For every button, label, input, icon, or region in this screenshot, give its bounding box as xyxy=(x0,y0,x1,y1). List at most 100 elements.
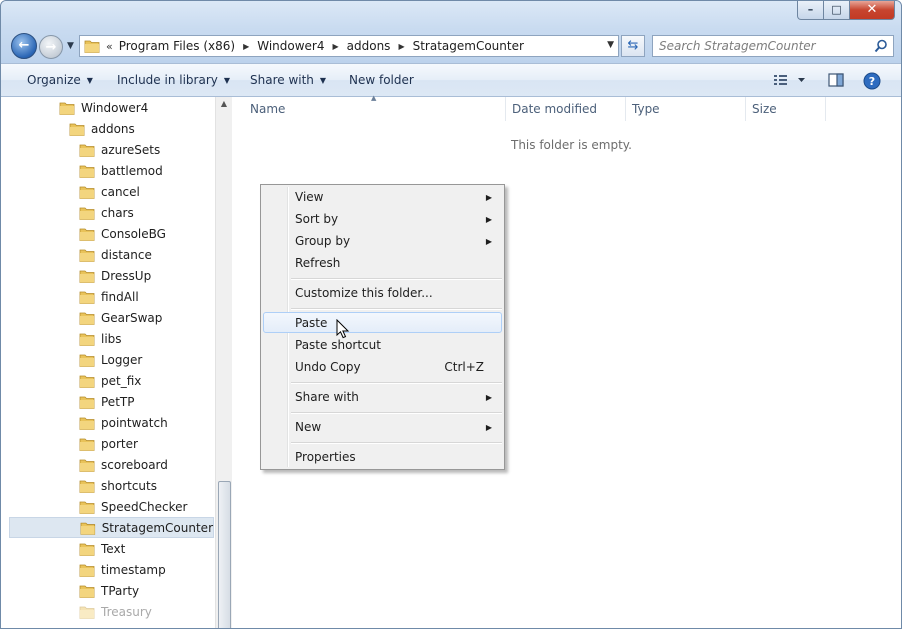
arrow-left-icon: ← xyxy=(18,38,30,53)
menu-item-label: View xyxy=(295,190,324,204)
tree-item-porter[interactable]: porter xyxy=(79,433,138,454)
breadcrumb-separator-icon[interactable]: ▶ xyxy=(398,42,404,51)
tree-item-treasury[interactable]: Treasury xyxy=(79,601,152,622)
menu-item-label: Properties xyxy=(295,450,356,464)
forward-button[interactable]: → xyxy=(39,35,63,59)
address-bar[interactable]: « Program Files (x86) ▶ Windower4 ▶ addo… xyxy=(79,35,619,57)
folder-icon xyxy=(79,438,95,451)
search-icon[interactable] xyxy=(874,39,888,53)
tree-item-logger[interactable]: Logger xyxy=(79,349,142,370)
explorer-window: – □ ✕ ← → ▼ « Program Files (x86) ▶ Wind… xyxy=(0,0,902,629)
share-with-menu[interactable]: Share with ▼ xyxy=(250,73,326,87)
change-view-button[interactable] xyxy=(773,72,807,91)
tree-item-label: porter xyxy=(101,436,138,451)
menu-item-sort-by[interactable]: Sort by ▶ xyxy=(263,209,502,230)
menu-item-properties[interactable]: Properties xyxy=(263,447,502,468)
tree-item-shortcuts[interactable]: shortcuts xyxy=(79,475,157,496)
preview-pane-button[interactable] xyxy=(828,72,844,91)
tree-item-addons[interactable]: addons xyxy=(69,118,135,139)
tree-item-pettp[interactable]: PetTP xyxy=(79,391,134,412)
tree-item-speedchecker[interactable]: SpeedChecker xyxy=(79,496,187,517)
menu-item-new[interactable]: New ▶ xyxy=(263,417,502,438)
submenu-arrow-icon: ▶ xyxy=(485,215,492,224)
new-folder-button[interactable]: New folder xyxy=(349,73,414,87)
breadcrumb-windower4[interactable]: Windower4 xyxy=(257,39,324,53)
tree-item-scoreboard[interactable]: scoreboard xyxy=(79,454,168,475)
tree-item-label: SpeedChecker xyxy=(101,499,188,514)
refresh-icon: ⇆ xyxy=(627,38,639,53)
folder-icon xyxy=(79,459,95,472)
column-header-name[interactable]: Name xyxy=(244,97,506,121)
navigation-scrollbar[interactable]: ▲ xyxy=(215,97,232,628)
tree-item-azuresets[interactable]: azureSets xyxy=(79,139,160,160)
tree-item-text[interactable]: Text xyxy=(79,538,125,559)
folder-icon xyxy=(79,165,95,178)
tree-item-label: ConsoleBG xyxy=(101,226,166,241)
tree-item-label: azureSets xyxy=(101,142,161,157)
tree-item-label: addons xyxy=(91,121,135,136)
menu-separator xyxy=(291,382,502,384)
minimize-icon: – xyxy=(807,3,814,16)
scroll-up-icon[interactable]: ▲ xyxy=(216,99,232,108)
breadcrumb-separator-icon[interactable]: ▶ xyxy=(332,42,338,51)
menu-item-paste[interactable]: Paste xyxy=(263,312,502,333)
submenu-arrow-icon: ▶ xyxy=(485,237,492,246)
column-header-size[interactable]: Size xyxy=(746,97,826,121)
tree-item-stratagemcounter[interactable]: StratagemCounter xyxy=(9,517,214,538)
folder-icon xyxy=(59,102,75,115)
menu-item-share-with[interactable]: Share with ▶ xyxy=(263,387,502,408)
tree-item-distance[interactable]: distance xyxy=(79,244,152,265)
recent-pages-dropdown[interactable]: ▼ xyxy=(67,41,74,51)
address-dropdown-icon[interactable]: ▼ xyxy=(607,40,614,50)
folder-icon xyxy=(79,354,95,367)
tree-item-gearswap[interactable]: GearSwap xyxy=(79,307,162,328)
breadcrumb-stratagemcounter[interactable]: StratagemCounter xyxy=(413,39,524,53)
breadcrumb-addons[interactable]: addons xyxy=(347,39,391,53)
organize-menu[interactable]: Organize ▼ xyxy=(27,73,93,87)
minimize-button[interactable]: – xyxy=(797,1,824,20)
scrollbar-thumb[interactable] xyxy=(218,481,231,628)
tree-item-label: Treasury xyxy=(101,604,152,619)
tree-item-consolebg[interactable]: ConsoleBG xyxy=(79,223,166,244)
folder-icon xyxy=(79,585,95,598)
include-in-library-menu[interactable]: Include in library ▼ xyxy=(117,73,230,87)
menu-item-view[interactable]: View ▶ xyxy=(263,187,502,208)
folder-icon xyxy=(79,564,95,577)
tree-item-timestamp[interactable]: timestamp xyxy=(79,559,166,580)
menu-item-customize-this-folder[interactable]: Customize this folder... xyxy=(263,283,502,304)
menu-item-refresh[interactable]: Refresh xyxy=(263,253,502,274)
include-in-library-label: Include in library xyxy=(117,73,218,87)
breadcrumb-separator-icon[interactable]: ▶ xyxy=(243,42,249,51)
tree-item-pointwatch[interactable]: pointwatch xyxy=(79,412,168,433)
help-button[interactable]: ? xyxy=(863,72,881,93)
menu-item-label: Undo Copy xyxy=(295,360,361,374)
search-input[interactable] xyxy=(653,36,869,56)
menu-separator xyxy=(291,442,502,444)
column-header-date-modified[interactable]: Date modified xyxy=(506,97,626,121)
search-box[interactable] xyxy=(652,35,894,57)
tree-item-libs[interactable]: libs xyxy=(79,328,122,349)
tree-item-battlemod[interactable]: battlemod xyxy=(79,160,163,181)
breadcrumb-overflow[interactable]: « xyxy=(106,40,113,53)
refresh-button[interactable]: ⇆ xyxy=(621,35,645,57)
tree-item-label: cancel xyxy=(101,184,140,199)
tree-item-chars[interactable]: chars xyxy=(79,202,134,223)
back-button[interactable]: ← xyxy=(11,33,37,59)
title-bar: – □ ✕ ← → ▼ « Program Files (x86) ▶ Wind… xyxy=(1,1,901,63)
tree-item-cancel[interactable]: cancel xyxy=(79,181,140,202)
breadcrumb-program-files[interactable]: Program Files (x86) xyxy=(119,39,235,53)
tree-item-label: chars xyxy=(101,205,134,220)
tree-item-label: GearSwap xyxy=(101,310,163,325)
tree-item-tparty[interactable]: TParty xyxy=(79,580,139,601)
tree-item-dressup[interactable]: DressUp xyxy=(79,265,151,286)
menu-item-undo-copy[interactable]: Undo Copy Ctrl+Z xyxy=(263,357,502,378)
maximize-button[interactable]: □ xyxy=(824,1,850,20)
column-header-type[interactable]: Type xyxy=(626,97,746,121)
tree-item-pet-fix[interactable]: pet_fix xyxy=(79,370,141,391)
menu-item-group-by[interactable]: Group by ▶ xyxy=(263,231,502,252)
menu-item-paste-shortcut[interactable]: Paste shortcut xyxy=(263,335,502,356)
close-button[interactable]: ✕ xyxy=(850,1,895,20)
menu-item-label: Share with xyxy=(295,390,359,404)
tree-item-findall[interactable]: findAll xyxy=(79,286,139,307)
tree-item-windower4[interactable]: Windower4 xyxy=(59,97,148,118)
